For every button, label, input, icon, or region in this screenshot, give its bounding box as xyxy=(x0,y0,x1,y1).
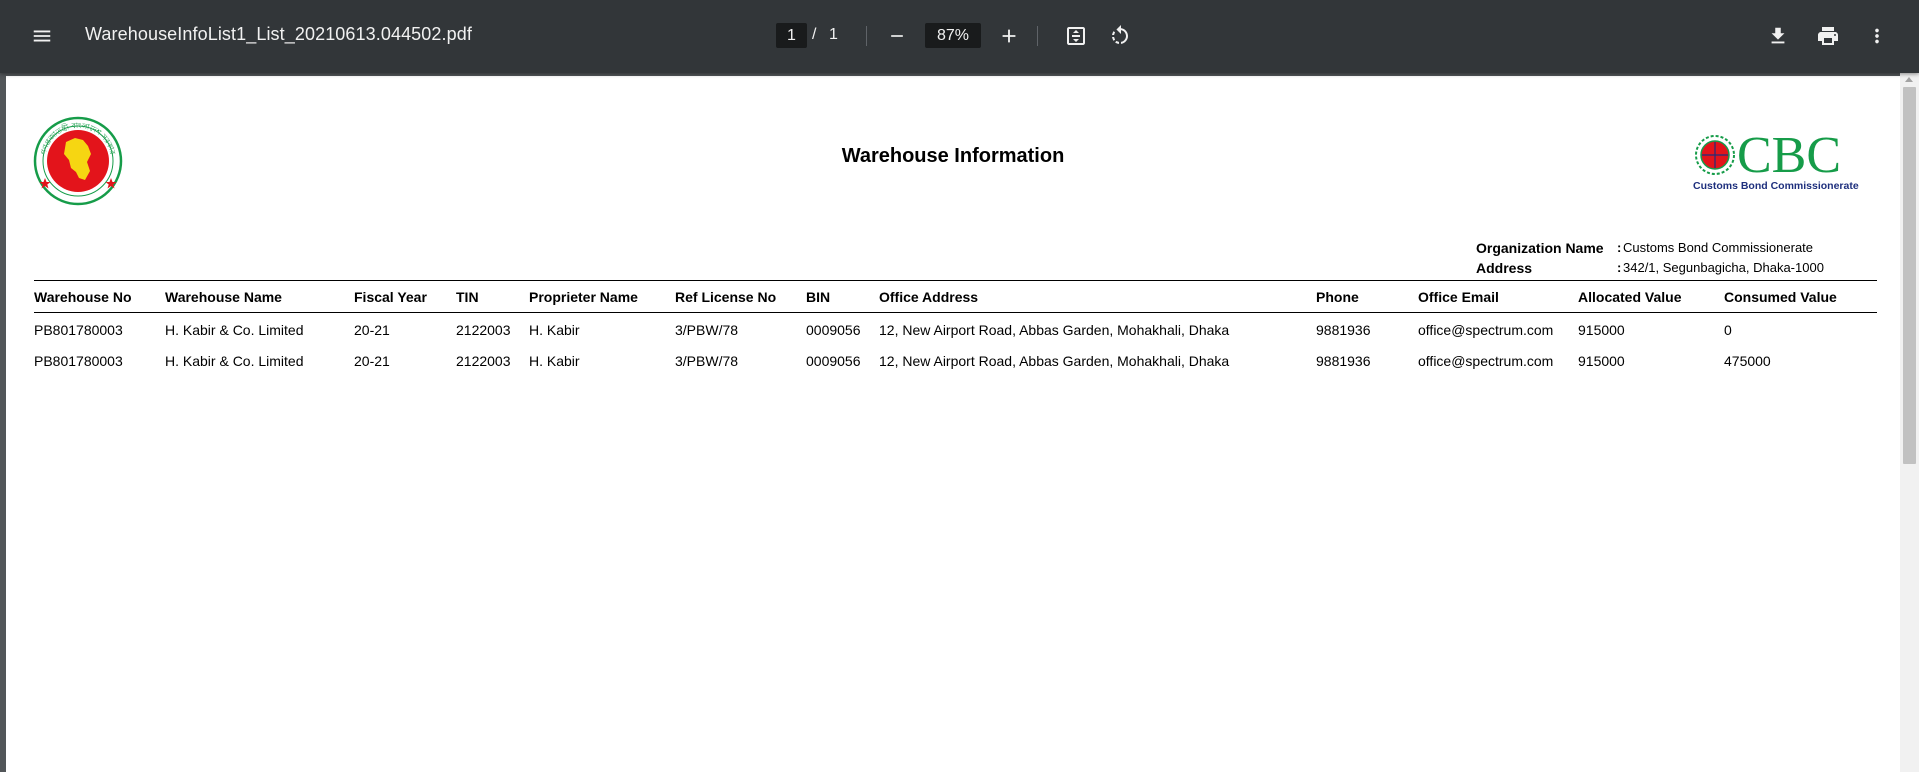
cbc-logo: CBC Customs Bond Commissionerate xyxy=(1693,130,1859,192)
column-header: TIN xyxy=(456,280,529,313)
column-header: Office Address xyxy=(879,280,1316,313)
column-header: Proprieter Name xyxy=(529,280,675,313)
more-vert-icon xyxy=(1875,28,1879,44)
report-title: Warehouse Information xyxy=(841,145,1065,167)
page-number-input[interactable]: 1 xyxy=(776,23,807,48)
rotate-button[interactable] xyxy=(1100,16,1140,56)
pdf-toolbar: WarehouseInfoList1_List_20210613.044502.… xyxy=(0,0,1919,73)
table-cell: office@spectrum.com xyxy=(1418,352,1554,369)
warehouse-table: Warehouse No Warehouse Name Fiscal Year … xyxy=(34,280,1877,377)
toolbar-divider xyxy=(1037,26,1038,46)
table-cell: 0009056 xyxy=(806,352,861,369)
download-icon xyxy=(1771,27,1785,44)
table-cell: 2122003 xyxy=(456,352,511,369)
column-header: Ref License No xyxy=(675,280,806,313)
table-cell: H. Kabir & Co. Limited xyxy=(165,352,304,369)
table-cell: H. Kabir & Co. Limited xyxy=(165,322,304,339)
table-cell: 9881936 xyxy=(1316,322,1371,339)
table-cell: 915000 xyxy=(1578,352,1625,369)
toolbar-divider xyxy=(866,26,867,46)
more-actions-button[interactable] xyxy=(1857,16,1897,56)
fit-to-page-button[interactable] xyxy=(1056,16,1096,56)
table-cell: 20-21 xyxy=(354,352,390,369)
vertical-scrollbar[interactable] xyxy=(1900,73,1919,772)
column-header: Allocated Value xyxy=(1578,280,1724,313)
table-row: PB801780003 H. Kabir & Co. Limited 20-21… xyxy=(34,313,1877,345)
zoom-out-button[interactable] xyxy=(877,16,917,56)
cbc-logo-text: CBC xyxy=(1737,130,1841,184)
table-row: PB801780003 H. Kabir & Co. Limited 20-21… xyxy=(34,345,1877,377)
scroll-up-arrow-icon[interactable] xyxy=(1905,77,1913,82)
column-header: Fiscal Year xyxy=(354,280,456,313)
organization-colon: : xyxy=(1617,240,1622,255)
table-cell: 0009056 xyxy=(806,322,861,339)
document-title: WarehouseInfoList1_List_20210613.044502.… xyxy=(85,24,472,44)
table-cell: H. Kabir xyxy=(529,322,580,339)
table-cell: PB801780003 xyxy=(34,322,123,339)
table-cell: 12, New Airport Road, Abbas Garden, Moha… xyxy=(879,322,1230,339)
zoom-input[interactable]: 87% xyxy=(925,23,981,48)
menu-button[interactable] xyxy=(22,16,62,56)
zoom-in-button[interactable] xyxy=(989,16,1029,56)
table-cell: H. Kabir xyxy=(529,352,580,369)
table-cell: office@spectrum.com xyxy=(1418,322,1554,339)
column-header: BIN xyxy=(806,280,879,313)
organization-value: Customs Bond Commissionerate xyxy=(1623,240,1814,255)
pdf-page: গণপ্রজাতন্ত্রী বাংলাদেশ সরকার Warehouse … xyxy=(6,76,1900,772)
table-cell: 2122003 xyxy=(456,322,511,339)
table-cell: 475000 xyxy=(1724,352,1771,369)
table-cell: 915000 xyxy=(1578,322,1625,339)
download-button[interactable] xyxy=(1758,16,1798,56)
organization-label: Organization Name xyxy=(1476,240,1604,256)
cbc-logo-subtitle: Customs Bond Commissionerate xyxy=(1693,180,1859,192)
table-cell: 3/PBW/78 xyxy=(675,322,739,339)
address-label: Address xyxy=(1476,260,1533,276)
column-header: Warehouse Name xyxy=(165,280,354,313)
scrollbar-thumb[interactable] xyxy=(1903,87,1916,464)
rotate-icon xyxy=(1112,25,1128,44)
column-header: Consumed Value xyxy=(1724,280,1877,313)
print-icon xyxy=(1818,27,1838,45)
address-value: 342/1, Segunbagicha, Dhaka-1000 xyxy=(1623,260,1824,275)
table-cell: PB801780003 xyxy=(34,352,123,369)
menu-icon xyxy=(33,30,51,42)
table-cell: 3/PBW/78 xyxy=(675,352,739,369)
address-colon: : xyxy=(1617,260,1622,275)
zoom-out-icon xyxy=(891,35,903,37)
table-cell: 12, New Airport Road, Abbas Garden, Moha… xyxy=(879,352,1230,369)
column-header: Office Email xyxy=(1418,280,1578,313)
table-header-row: Warehouse No Warehouse Name Fiscal Year … xyxy=(34,280,1877,313)
fit-to-page-icon xyxy=(1067,27,1085,45)
print-button[interactable] xyxy=(1808,16,1848,56)
zoom-in-icon xyxy=(1002,29,1016,43)
column-header: Warehouse No xyxy=(34,280,165,313)
table-cell: 20-21 xyxy=(354,322,390,339)
table-cell: 0 xyxy=(1724,322,1732,339)
table-cell: 9881936 xyxy=(1316,352,1371,369)
column-header: Phone xyxy=(1316,280,1418,313)
pdf-viewer[interactable]: গণপ্রজাতন্ত্রী বাংলাদেশ সরকার Warehouse … xyxy=(0,73,1919,772)
page-separator: / xyxy=(812,26,817,43)
total-pages: 1 xyxy=(829,26,838,43)
